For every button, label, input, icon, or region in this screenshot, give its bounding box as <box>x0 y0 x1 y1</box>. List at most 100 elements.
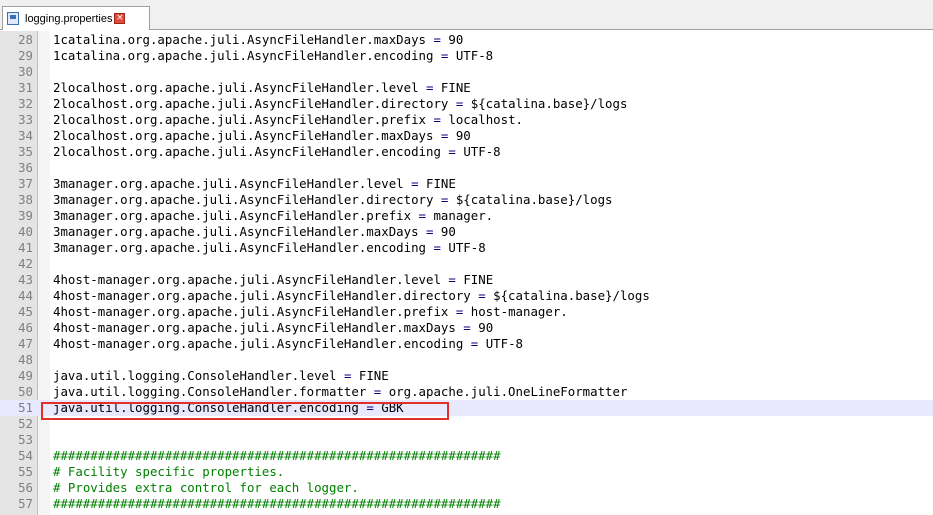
line-code: 3manager.org.apache.juli.AsyncFileHandle… <box>53 176 456 192</box>
code-line-36[interactable]: 36 <box>0 160 933 176</box>
assignment-operator: = <box>433 48 456 63</box>
line-code: 2localhost.org.apache.juli.AsyncFileHand… <box>53 112 523 128</box>
assignment-operator: = <box>433 192 456 207</box>
code-line-35[interactable]: 35 2localhost.org.apache.juli.AsyncFileHa… <box>0 144 933 160</box>
code-line-34[interactable]: 34 2localhost.org.apache.juli.AsyncFileHa… <box>0 128 933 144</box>
assignment-operator: = <box>440 272 464 287</box>
code-line-56[interactable]: 56 # Provides extra control for each logg… <box>0 480 933 496</box>
property-value: ${catalina.base}/logs <box>470 96 628 111</box>
assignment-operator: = <box>448 304 471 319</box>
line-number: 56 <box>18 480 33 495</box>
assignment-operator: = <box>403 176 427 191</box>
property-value: manager. <box>433 208 494 223</box>
code-line-39[interactable]: 39 3manager.org.apache.juli.AsyncFileHand… <box>0 208 933 224</box>
property-key: 4host-manager.org.apache.juli.AsyncFileH… <box>53 272 441 287</box>
property-key: 2localhost.org.apache.juli.AsyncFileHand… <box>53 128 434 143</box>
line-code: ########################################… <box>53 448 501 464</box>
property-value: localhost. <box>448 112 523 127</box>
tab-bar: logging.properties × <box>0 0 933 30</box>
assignment-operator: = <box>433 128 456 143</box>
line-code: 2localhost.org.apache.juli.AsyncFileHand… <box>53 96 627 112</box>
code-line-43[interactable]: 43 4host-manager.org.apache.juli.AsyncFil… <box>0 272 933 288</box>
assignment-operator: = <box>411 208 434 223</box>
line-number: 51 <box>18 400 33 415</box>
code-line-53[interactable]: 53 <box>0 432 933 448</box>
property-key: 3manager.org.apache.juli.AsyncFileHandle… <box>53 208 412 223</box>
line-code: 4host-manager.org.apache.juli.AsyncFileH… <box>53 288 650 304</box>
code-line-44[interactable]: 44 4host-manager.org.apache.juli.AsyncFil… <box>0 288 933 304</box>
line-number: 39 <box>18 208 33 223</box>
property-value: UTF-8 <box>463 144 501 159</box>
code-line-57[interactable]: 57 ######################################… <box>0 496 933 512</box>
code-line-33[interactable]: 33 2localhost.org.apache.juli.AsyncFileHa… <box>0 112 933 128</box>
code-line-48[interactable]: 48 <box>0 352 933 368</box>
line-number: 55 <box>18 464 33 479</box>
properties-file-icon <box>7 12 19 25</box>
code-line-47[interactable]: 47 4host-manager.org.apache.juli.AsyncFil… <box>0 336 933 352</box>
code-editor[interactable]: 28 1catalina.org.apache.juli.AsyncFileHan… <box>0 31 933 515</box>
line-number: 49 <box>18 368 33 383</box>
code-line-55[interactable]: 55 # Facility specific properties. <box>0 464 933 480</box>
assignment-operator: = <box>440 144 464 159</box>
code-line-30[interactable]: 30 <box>0 64 933 80</box>
code-line-50[interactable]: 50 java.util.logging.ConsoleHandler.forma… <box>0 384 933 400</box>
property-key: 4host-manager.org.apache.juli.AsyncFileH… <box>53 336 464 351</box>
comment-text: ########################################… <box>53 496 501 511</box>
line-code: 3manager.org.apache.juli.AsyncFileHandle… <box>53 208 493 224</box>
property-key: 1catalina.org.apache.juli.AsyncFileHandl… <box>53 32 426 47</box>
code-line-41[interactable]: 41 3manager.org.apache.juli.AsyncFileHand… <box>0 240 933 256</box>
code-line-28[interactable]: 28 1catalina.org.apache.juli.AsyncFileHan… <box>0 32 933 48</box>
property-key: 2localhost.org.apache.juli.AsyncFileHand… <box>53 80 419 95</box>
line-number: 48 <box>18 352 33 367</box>
line-number: 44 <box>18 288 33 303</box>
code-line-31[interactable]: 31 2localhost.org.apache.juli.AsyncFileHa… <box>0 80 933 96</box>
line-number: 46 <box>18 320 33 335</box>
line-code: 1catalina.org.apache.juli.AsyncFileHandl… <box>53 32 463 48</box>
assignment-operator: = <box>366 384 389 399</box>
annotation-highlight-box <box>41 402 449 420</box>
line-number: 43 <box>18 272 33 287</box>
close-icon[interactable]: × <box>114 13 126 24</box>
line-number: 36 <box>18 160 33 175</box>
code-line-40[interactable]: 40 3manager.org.apache.juli.AsyncFileHand… <box>0 224 933 240</box>
line-code: java.util.logging.ConsoleHandler.level =… <box>53 368 389 384</box>
assignment-operator: = <box>426 240 449 255</box>
code-line-42[interactable]: 42 <box>0 256 933 272</box>
code-line-38[interactable]: 38 3manager.org.apache.juli.AsyncFileHand… <box>0 192 933 208</box>
code-line-46[interactable]: 46 4host-manager.org.apache.juli.AsyncFil… <box>0 320 933 336</box>
line-code: ########################################… <box>53 496 501 512</box>
line-number: 53 <box>18 432 33 447</box>
code-line-45[interactable]: 45 4host-manager.org.apache.juli.AsyncFil… <box>0 304 933 320</box>
property-value: ${catalina.base}/logs <box>455 192 613 207</box>
code-line-54[interactable]: 54 ######################################… <box>0 448 933 464</box>
property-key: 3manager.org.apache.juli.AsyncFileHandle… <box>53 176 404 191</box>
property-value: ${catalina.base}/logs <box>493 288 650 303</box>
line-number: 35 <box>18 144 33 159</box>
line-code: 2localhost.org.apache.juli.AsyncFileHand… <box>53 144 501 160</box>
code-line-49[interactable]: 49 java.util.logging.ConsoleHandler.level… <box>0 368 933 384</box>
code-line-32[interactable]: 32 2localhost.org.apache.juli.AsyncFileHa… <box>0 96 933 112</box>
property-value: 90 <box>448 32 464 47</box>
property-value: UTF-8 <box>448 240 486 255</box>
assignment-operator: = <box>470 288 494 303</box>
line-code: 3manager.org.apache.juli.AsyncFileHandle… <box>53 240 486 256</box>
assignment-operator: = <box>455 320 479 335</box>
property-value: 90 <box>455 128 471 143</box>
line-code: 4host-manager.org.apache.juli.AsyncFileH… <box>53 304 568 320</box>
line-number: 50 <box>18 384 33 399</box>
code-line-37[interactable]: 37 3manager.org.apache.juli.AsyncFileHand… <box>0 176 933 192</box>
code-line-29[interactable]: 29 1catalina.org.apache.juli.AsyncFileHan… <box>0 48 933 64</box>
property-key: 2localhost.org.apache.juli.AsyncFileHand… <box>53 144 441 159</box>
comment-text: # Provides extra control for each logger… <box>53 480 359 495</box>
line-code: # Provides extra control for each logger… <box>53 480 359 496</box>
line-code: 1catalina.org.apache.juli.AsyncFileHandl… <box>53 48 493 64</box>
property-value: FINE <box>426 176 456 191</box>
tab-logging-properties[interactable]: logging.properties × <box>2 6 150 30</box>
line-number: 54 <box>18 448 33 463</box>
line-number: 42 <box>18 256 33 271</box>
tab-label: logging.properties <box>25 12 113 25</box>
property-key: 3manager.org.apache.juli.AsyncFileHandle… <box>53 192 434 207</box>
line-number: 57 <box>18 496 33 511</box>
property-key: 4host-manager.org.apache.juli.AsyncFileH… <box>53 288 471 303</box>
line-code: # Facility specific properties. <box>53 464 284 480</box>
